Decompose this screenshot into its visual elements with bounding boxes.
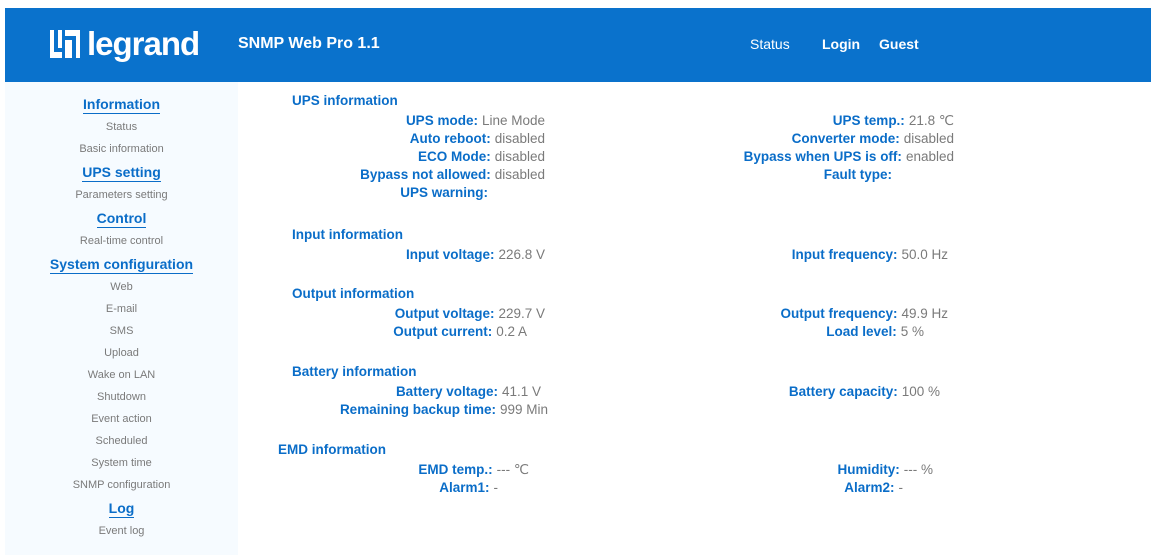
section-title-battery: Battery information: [292, 364, 417, 379]
legrand-logo-icon: [50, 30, 80, 58]
field-emd-temp: EMD temp.: --- ℃: [418, 462, 529, 477]
header-bar: legrand SNMP Web Pro 1.1 Status Login Gu…: [5, 8, 1151, 82]
section-title-input: Input information: [292, 227, 403, 242]
field-ups-temp: UPS temp.: 21.8 ℃: [832, 113, 954, 128]
field-input-frequency: Input frequency: 50.0 Hz: [791, 247, 948, 262]
sidebar-head-ups-setting[interactable]: UPS setting: [82, 163, 161, 182]
sidebar-head-information[interactable]: Information: [83, 95, 160, 114]
field-output-voltage: Output voltage: 229.7 V: [394, 306, 545, 321]
nav-status-link[interactable]: Status: [750, 36, 790, 52]
field-eco-mode: ECO Mode: disabled: [417, 149, 545, 164]
nav-user-name: Guest: [879, 36, 919, 52]
product-title: SNMP Web Pro 1.1: [238, 35, 380, 52]
section-title-ups: UPS information: [292, 93, 398, 108]
field-output-frequency: Output frequency: 49.9 Hz: [780, 306, 948, 321]
logo-text: legrand: [87, 25, 200, 62]
field-alarm1: Alarm1: -: [439, 480, 498, 495]
sidebar-item-web[interactable]: Web: [5, 276, 238, 298]
field-ups-warning: UPS warning:: [400, 185, 488, 200]
sidebar-item-scheduled[interactable]: Scheduled: [5, 430, 238, 452]
nav-login-link[interactable]: Login: [822, 36, 860, 52]
sidebar-item-event-log[interactable]: Event log: [5, 520, 238, 542]
field-bypass-when-off: Bypass when UPS is off: enabled: [743, 149, 954, 164]
field-input-voltage: Input voltage: 226.8 V: [405, 247, 545, 262]
section-title-emd: EMD information: [278, 442, 386, 457]
legrand-logo[interactable]: legrand: [50, 24, 200, 64]
field-fault-type: Fault type:: [823, 167, 892, 182]
sidebar-head-control[interactable]: Control: [96, 209, 147, 228]
field-battery-voltage: Battery voltage: 41.1 V: [395, 384, 541, 399]
field-remaining-backup-time: Remaining backup time: 999 Min: [339, 402, 548, 417]
section-title-output: Output information: [292, 286, 415, 301]
field-humidity: Humidity: --- %: [837, 462, 934, 477]
field-auto-reboot: Auto reboot: disabled: [409, 131, 545, 146]
field-ups-mode: UPS mode: Line Mode: [405, 113, 545, 128]
field-converter-mode: Converter mode: disabled: [791, 131, 954, 146]
field-output-current: Output current: 0.2 A: [393, 324, 527, 339]
field-load-level: Load level: 5 %: [826, 324, 924, 339]
sidebar-item-upload[interactable]: Upload: [5, 342, 238, 364]
sidebar-head-log[interactable]: Log: [108, 499, 135, 518]
field-alarm2: Alarm2: -: [844, 480, 903, 495]
field-battery-capacity: Battery capacity: 100 %: [788, 384, 940, 399]
